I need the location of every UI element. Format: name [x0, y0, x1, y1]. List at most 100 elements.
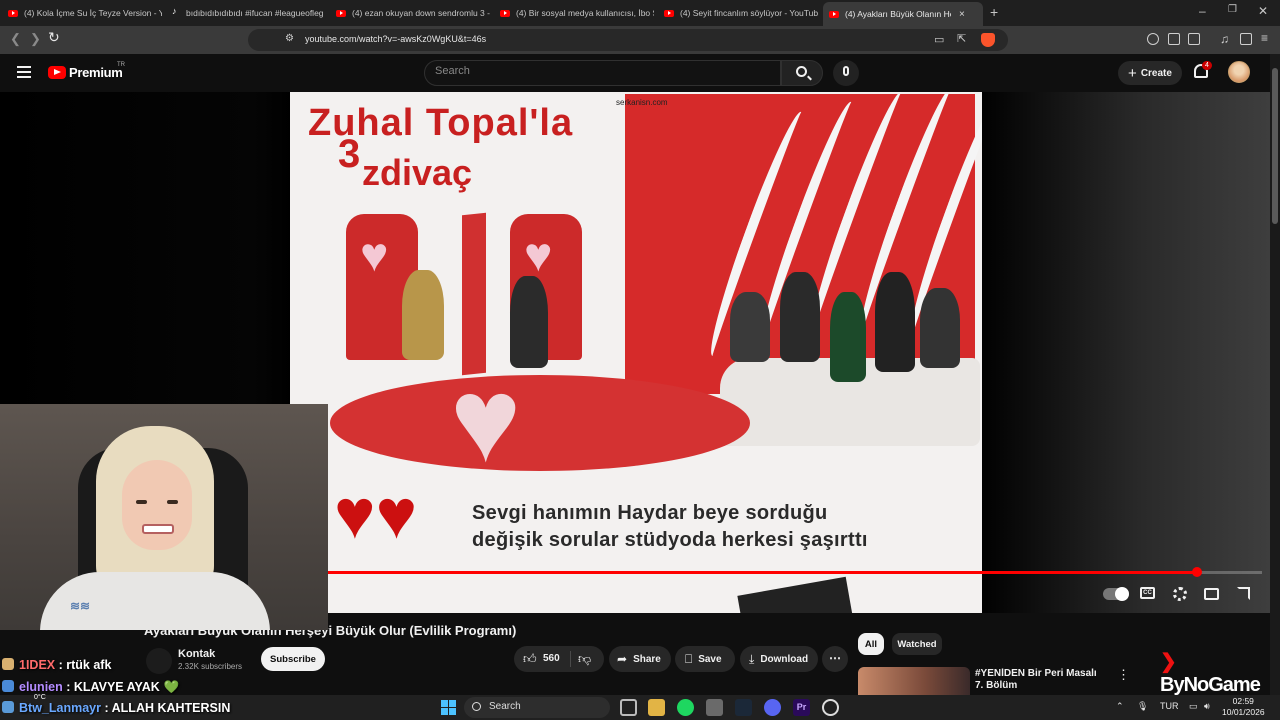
premiere-pro-icon[interactable]: Pr: [793, 699, 810, 716]
obs-icon[interactable]: [822, 699, 839, 716]
taskbar-clock[interactable]: 02:59 10/01/2026: [1222, 696, 1265, 718]
reload-icon[interactable]: ↻: [48, 29, 60, 46]
cast-icon[interactable]: ▭: [934, 33, 944, 46]
save-button[interactable]: ⎕ Save: [675, 646, 735, 672]
steam-icon[interactable]: [735, 699, 752, 716]
brave-shield-icon[interactable]: [981, 33, 995, 47]
chip-watched[interactable]: Watched: [892, 633, 942, 655]
caption-line: değişik sorular stüdyoda herkesi şaşırtt…: [472, 529, 868, 551]
chat-username: Btw_Lanmayr: [19, 701, 101, 715]
site-info-icon[interactable]: ⚙: [285, 33, 294, 44]
clock-date: 10/01/2026: [1222, 707, 1265, 717]
hamburger-menu-icon[interactable]: [17, 66, 31, 78]
maximize-button[interactable]: ❐: [1228, 4, 1237, 15]
browser-tab[interactable]: (4) Bir sosyal medya kullanıcısı, İbo Sh: [494, 3, 654, 23]
save-label: Save: [698, 653, 722, 665]
scrollbar-thumb[interactable]: [1272, 68, 1278, 224]
download-icon: ⤓: [749, 651, 755, 666]
chat-text: ALLAH KAHTERSIN: [111, 701, 231, 715]
guest-woman: [402, 270, 444, 360]
forward-icon[interactable]: ❯: [30, 31, 41, 47]
page-scrollbar[interactable]: [1270, 54, 1280, 695]
youtube-premium-logo[interactable]: Premium: [69, 65, 123, 80]
shirt-print: ≋≋: [70, 599, 91, 613]
video-progress-bar[interactable]: [328, 567, 1262, 577]
captions-button[interactable]: CC: [1140, 587, 1155, 599]
browser-tab[interactable]: (4) Seyit fincanlım söylüyor - YouTub: [658, 3, 818, 23]
minimize-button[interactable]: –: [1199, 4, 1206, 18]
eye: [136, 500, 147, 504]
video-watermark: serkanisn.com: [616, 98, 668, 107]
youtube-logo-icon[interactable]: [48, 66, 66, 79]
task-view-icon[interactable]: [620, 699, 637, 716]
fullscreen-icon[interactable]: [1237, 587, 1250, 600]
menu-icon[interactable]: ≡: [1261, 31, 1268, 45]
microphone-icon: [843, 66, 849, 76]
app-icon[interactable]: [706, 699, 723, 716]
volume-icon[interactable]: 🔊︎: [1204, 701, 1210, 712]
region-code: TR: [117, 62, 125, 68]
dislike-button[interactable]: 👎︎: [578, 651, 591, 667]
chip-all[interactable]: All: [858, 633, 884, 655]
microphone-tray-icon[interactable]: 🎙︎: [1137, 701, 1148, 712]
audience-member: [780, 272, 820, 362]
voice-search-button[interactable]: [833, 60, 859, 86]
autoplay-toggle[interactable]: [1103, 587, 1129, 601]
subscribe-button[interactable]: Subscribe: [261, 647, 325, 671]
share-button[interactable]: ➦ Share: [609, 646, 671, 672]
discord-icon[interactable]: [764, 699, 781, 716]
youtube-icon: [500, 9, 510, 17]
clock-time: 02:59: [1232, 696, 1254, 706]
window-icon[interactable]: [1188, 33, 1200, 45]
file-explorer-icon[interactable]: [648, 699, 665, 716]
browser-tab[interactable]: (4) Kola İçme Su İç Teyze Version - Yo: [2, 3, 162, 23]
channel-avatar[interactable]: [146, 648, 172, 674]
search-input[interactable]: [435, 65, 735, 77]
tray-chevron-icon[interactable]: ⌃: [1116, 701, 1124, 712]
settings-gear-icon[interactable]: [1173, 587, 1187, 601]
download-button[interactable]: ⤓ Download: [740, 646, 818, 672]
like-button[interactable]: 👍︎: [523, 651, 537, 667]
windows-start-icon[interactable]: [441, 700, 456, 715]
sidebar-icon[interactable]: [1240, 33, 1252, 45]
youtube-icon: [8, 9, 18, 17]
back-icon[interactable]: ❮: [10, 31, 21, 47]
recommendation-thumbnail[interactable]: [858, 667, 970, 695]
like-count: 560: [543, 653, 560, 664]
spotify-icon[interactable]: [677, 699, 694, 716]
share-page-icon[interactable]: ⇱: [957, 32, 966, 45]
more-actions-button[interactable]: ⋯: [822, 646, 848, 672]
close-tab-icon[interactable]: ×: [959, 9, 965, 20]
music-icon[interactable]: ♫: [1220, 32, 1229, 46]
tab-title: (4) ezan okuyan down sendromlu 3 -: [352, 8, 490, 18]
browser-tab[interactable]: (4) ezan okuyan down sendromlu 3 -: [330, 3, 490, 23]
browser-tab[interactable]: bıdıbıdıbıdıbıdı #ifucan #leagueofleg: [166, 3, 326, 23]
new-tab-button[interactable]: +: [990, 4, 998, 20]
address-bar[interactable]: ⚙ youtube.com/watch?v=-awsKz0WgKU&t=46s …: [248, 29, 1008, 51]
create-button[interactable]: + Create: [1118, 61, 1182, 85]
puzzle-icon[interactable]: [1168, 33, 1180, 45]
caption-line: Sevgi hanımın Haydar beye sorduğu: [472, 502, 828, 524]
browser-tab-active[interactable]: (4) Ayakları Büyük Olanın Her ×: [823, 2, 983, 26]
search-icon: [472, 702, 481, 711]
browser-tab-strip: (4) Kola İçme Su İç Teyze Version - Yo b…: [0, 0, 1280, 26]
input-language[interactable]: TUR: [1160, 701, 1179, 711]
search-button[interactable]: [781, 60, 823, 86]
taskbar-search[interactable]: Search: [464, 697, 610, 718]
network-icon[interactable]: ▭: [1189, 701, 1198, 712]
chat-badge-icon: [2, 680, 14, 692]
subscriber-count: 2.32K subscribers: [178, 662, 243, 671]
miniplayer-icon[interactable]: [1204, 588, 1219, 600]
recommendation-more-icon[interactable]: ⋮: [1117, 667, 1130, 683]
progress-scrubber[interactable]: [1191, 567, 1202, 577]
account-avatar[interactable]: [1228, 61, 1250, 83]
channel-name[interactable]: Kontak: [178, 648, 215, 660]
chat-badge-icon: [2, 658, 14, 670]
youtube-icon: [336, 9, 346, 17]
extension-icon[interactable]: [1147, 33, 1159, 45]
hearts-graphic: ♥♥: [334, 475, 418, 553]
recommendation-title[interactable]: #YENİDEN Bir Peri Masalı 7. Bölüm: [975, 668, 1105, 692]
taskbar-search-label: Search: [489, 701, 521, 712]
close-window-button[interactable]: ✕: [1258, 4, 1268, 18]
search-box[interactable]: [424, 60, 781, 86]
